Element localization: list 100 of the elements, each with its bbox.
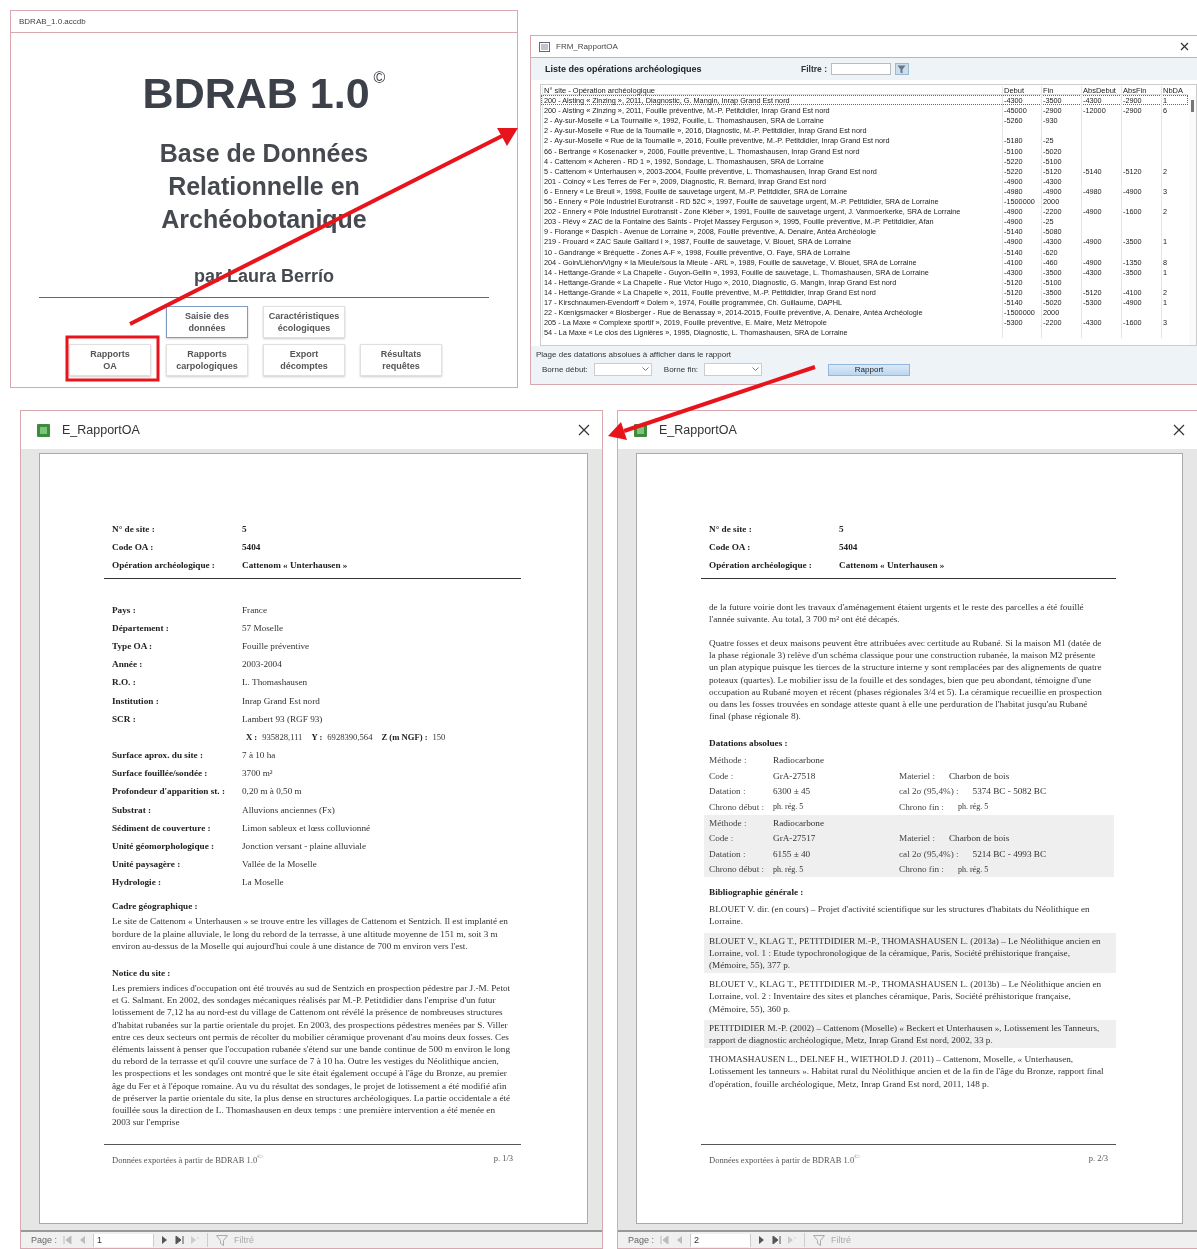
field-value: 7 à 10 ha: [242, 749, 276, 760]
previous-page-icon[interactable]: [78, 1236, 88, 1244]
filter-icon: [813, 1234, 826, 1246]
field-label: R.O. :: [112, 677, 137, 688]
report-button[interactable]: Rapport: [828, 363, 911, 376]
field-value: 2003-2004: [242, 659, 282, 670]
field-value: 3700 m²: [242, 768, 273, 779]
menu-button[interactable]: Export décomptes: [263, 344, 345, 376]
field-value: France: [242, 604, 267, 615]
field-value: Lambert 93 (RGF 93): [242, 713, 323, 724]
field-value: Fouille préventive: [242, 641, 310, 652]
field-value: ph. rég. 5: [773, 802, 804, 812]
field-label: N° de site :: [709, 524, 753, 535]
field-label: Code OA :: [709, 542, 752, 553]
field-value: Cattenom « Unterhausen »: [839, 560, 945, 571]
coordinate-label: Y :: [311, 731, 323, 742]
window-title: E_RapportOA: [62, 423, 140, 437]
filter-field[interactable]: [831, 63, 891, 75]
field-label: Chrono début :: [709, 801, 766, 812]
field-label: SCR :: [112, 713, 137, 724]
chevron-down-icon: [752, 367, 760, 372]
footer-text: Données exportées à partir de BDRAB 1.0$^{©}$: [112, 1153, 263, 1165]
field-label: Borne fin:: [663, 365, 699, 374]
filter-label: Filtre :: [801, 64, 827, 74]
menu-button[interactable]: Caractéristiques écologiques: [263, 306, 345, 338]
field-label: Chrono fin :: [899, 864, 944, 875]
scrollbar-thumb[interactable]: [1191, 100, 1194, 112]
field-label: Méthode :: [709, 817, 748, 828]
form-icon: [539, 41, 550, 52]
section-heading: Datations absolues :: [709, 737, 789, 751]
bibliography-entry: BLOUET V. dir. (en cours) – Projet d'activité scientifique sur les structures d'habitats du Néolithique en Lorraine.: [708, 903, 1091, 929]
field-value: GrA-27517: [773, 833, 816, 844]
filter-icon: [216, 1234, 229, 1246]
section-heading: Notice du site :: [112, 967, 172, 980]
first-page-icon[interactable]: [63, 1236, 73, 1244]
field-label: Surface aprox. du site :: [112, 749, 204, 760]
field-value: Radiocarbone: [773, 817, 825, 828]
section-heading: Bibliographie générale :: [709, 886, 805, 900]
field-label: cal 2σ (95,4%) :: [899, 786, 959, 797]
new-page-icon[interactable]: [190, 1236, 200, 1244]
new-page-icon[interactable]: [787, 1236, 797, 1244]
field-label: Code :: [709, 833, 735, 844]
field-value: 5404: [242, 542, 261, 553]
field-value: Alluvions anciennes (Fx): [242, 804, 335, 815]
field-value: 57 Moselle: [242, 622, 284, 633]
field-value: Inrap Grand Est nord: [242, 695, 320, 706]
window-title: BDRAB_1.0.accdb: [19, 17, 86, 26]
bibliography-entry: BLOUET V., KLAG T., PETITDIDIER M.-P., THOMASHAUSEN L. (2013b) – Le Néolithique ancien en Lorraine, vol. 2 : Inventaire des sites et planches céramique, Paris, Société préhistorique française, (Mémoire, 55), 360 p.: [708, 978, 1103, 1016]
menu-button[interactable]: Résultats requêtes: [360, 344, 442, 376]
dropdown-field[interactable]: [593, 363, 652, 376]
page-number: p. 2/3: [1088, 1153, 1108, 1165]
bibliography-entry: BLOUET V., KLAG T., PETITDIDIER M.-P., THOMASHAUSEN L. (2013a) – Le Néolithique ancien en Lorraine, vol. 1 : Etude typochronologique de la céramique, Paris, Société préhistorique française, (Mémoire, 55), 377 p.: [704, 932, 1116, 974]
field-value: 6300 ± 45: [773, 786, 811, 797]
page-number-field[interactable]: 2: [690, 1233, 752, 1247]
dropdown-field[interactable]: [704, 363, 763, 376]
bibliography-entry: THOMASHAUSEN L., DELNEF H., WIETHOLD J. (2011) – Cattenom, Moselle, « Unterhausen, Lotissement les tanneurs ». Habitat rural du Néolithique ancien et de la fin de l'âge du Bronze, rapport final d'opération, fouille archéologique, Metz, Inrap Grand Est nord, 2011, 148 p.: [708, 1053, 1105, 1091]
filter-status: Filtré: [831, 1235, 852, 1245]
menu-button[interactable]: Saisie des données: [166, 306, 248, 338]
field-label: Opération archéologique :: [709, 560, 813, 571]
window-title: FRM_RapportOA: [556, 42, 618, 51]
last-page-icon[interactable]: [175, 1236, 185, 1244]
copyright-mark: ©: [373, 69, 386, 87]
field-label: Année :: [112, 659, 144, 670]
close-icon[interactable]: [578, 424, 590, 436]
field-value: ph. rég. 5: [957, 864, 989, 874]
field-label: Datation :: [709, 848, 747, 859]
field-value: 5404: [839, 542, 858, 553]
field-label: Pays :: [112, 604, 137, 615]
field-label: Materiel :: [899, 833, 935, 844]
field-label: N° de site :: [112, 524, 156, 535]
footer-text: Données exportées à partir de BDRAB 1.0$^{©}$: [709, 1153, 860, 1165]
last-page-icon[interactable]: [772, 1236, 782, 1244]
funnel-icon: [897, 64, 907, 74]
filter-button[interactable]: [895, 63, 909, 75]
window-title: E_RapportOA: [659, 423, 737, 437]
paragraph: Le site de Cattenom « Unterhausen » se trouve entre les villages de Cattenom et Sentzich. Il est implanté en bordure de la plaine alluviale, le long du rebord de la terrasse, à une altitude moyenne de 151 m, soit 3 m environ au-dessus de la Moselle qui aujourd'hui coule à une distance de 700 m environ vers l'est.: [112, 915, 509, 952]
field-label: Type OA :: [112, 641, 154, 652]
previous-page-icon[interactable]: [675, 1236, 685, 1244]
first-page-icon[interactable]: [660, 1236, 670, 1244]
field-label: Méthode :: [709, 755, 748, 766]
coordinate-value: 150: [432, 731, 446, 742]
field-value: Jonction versant - plaine alluviale: [242, 840, 366, 851]
app-title: BDRAB 1.0: [142, 69, 370, 117]
report-icon: [37, 423, 50, 437]
field-value: Vallée de la Moselle: [242, 859, 317, 870]
field-value: Charbon de bois: [949, 833, 1010, 844]
page-label: Page :: [628, 1235, 655, 1245]
section-heading: Cadre géographique :: [112, 900, 199, 914]
subtitle-line: Base de Données: [158, 138, 370, 169]
field-label: Hydrologie :: [112, 877, 163, 888]
page-number-field[interactable]: 1: [93, 1233, 155, 1247]
field-value: ph. rég. 5: [773, 864, 804, 874]
field-value: Charbon de bois: [949, 770, 1010, 781]
subtitle-line: Relationnelle en: [167, 171, 361, 202]
menu-button[interactable]: Rapports carpologiques: [166, 344, 248, 376]
paragraph: de la future voirie dont les travaux d'aménagement étaient urgents et le reste des parcelles a été fouillé l'année suivante. Au total, 3 700 m² ont été décapés.: [709, 600, 1085, 625]
close-icon[interactable]: [1180, 42, 1189, 51]
close-icon[interactable]: [1173, 424, 1185, 436]
menu-button[interactable]: Rapports OA: [69, 344, 151, 376]
field-value: 5374 BC - 5082 BC: [972, 786, 1047, 797]
